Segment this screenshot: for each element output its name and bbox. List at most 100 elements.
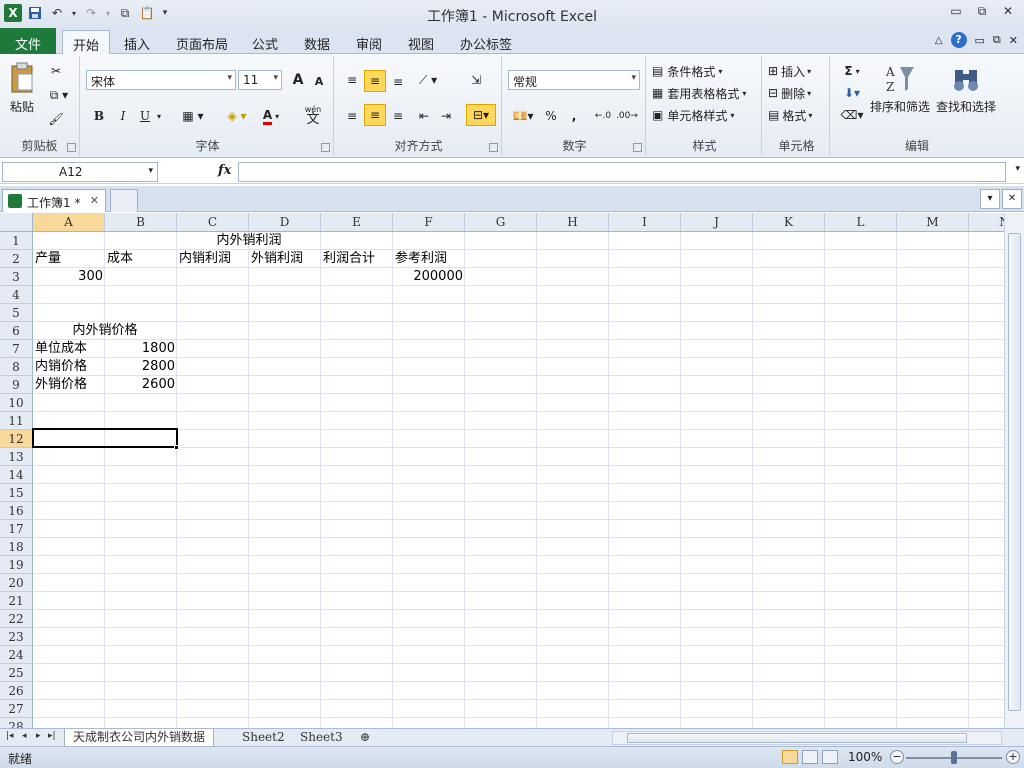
workbook-tab[interactable]: 工作簿1 * ✕ xyxy=(2,189,106,212)
clipboard-launcher-icon[interactable] xyxy=(67,143,76,152)
align-middle-icon[interactable]: ≡ xyxy=(364,70,386,92)
zoom-slider-knob[interactable] xyxy=(951,751,957,764)
next-sheet-icon[interactable]: ▸ xyxy=(36,731,41,741)
fill-handle[interactable] xyxy=(174,445,179,450)
ribbon-minimize-icon[interactable]: △ xyxy=(935,35,943,46)
name-box[interactable]: A12 ▾ xyxy=(2,162,158,182)
number-launcher-icon[interactable] xyxy=(633,143,642,152)
cell-a8[interactable]: 内销价格 xyxy=(33,358,105,376)
row-header[interactable]: 7 xyxy=(0,340,33,358)
row-header[interactable]: 16 xyxy=(0,502,33,520)
row-header[interactable]: 24 xyxy=(0,646,33,664)
tab-home[interactable]: 开始 xyxy=(62,30,111,55)
column-header[interactable]: N xyxy=(969,213,1004,232)
cell-d2[interactable]: 外销利润 xyxy=(249,250,321,268)
column-header[interactable]: I xyxy=(609,213,681,232)
cell-b9[interactable]: 2600 xyxy=(105,376,177,394)
vertical-scrollbar[interactable] xyxy=(1004,213,1024,728)
cell-f2[interactable]: 参考利润 xyxy=(393,250,465,268)
font-launcher-icon[interactable] xyxy=(321,143,330,152)
row-header[interactable]: 9 xyxy=(0,376,33,394)
bold-button[interactable]: B xyxy=(90,106,108,126)
alignment-launcher-icon[interactable] xyxy=(489,143,498,152)
row-header[interactable]: 8 xyxy=(0,358,33,376)
column-header[interactable]: G xyxy=(465,213,537,232)
decrease-indent-icon[interactable]: ⇤ xyxy=(414,106,434,126)
cell-a3[interactable]: 300 xyxy=(33,268,105,286)
wb-minimize-icon[interactable]: ▭ xyxy=(975,34,985,47)
insert-cells-button[interactable]: ⊞ 插入 ▾ xyxy=(768,62,828,80)
sheet-tab-3[interactable]: Sheet3 xyxy=(292,729,351,747)
shrink-font-button[interactable]: A xyxy=(310,72,328,90)
wb-restore-icon[interactable]: ⧉ xyxy=(993,33,1001,47)
font-color-button[interactable]: A ▾ xyxy=(256,106,286,126)
orientation-icon[interactable]: ⟋ ▾ xyxy=(416,70,440,90)
row-header[interactable]: 22 xyxy=(0,610,33,628)
row-header[interactable]: 1 xyxy=(0,232,33,250)
help-icon[interactable]: ? xyxy=(950,32,967,48)
decrease-decimal-icon[interactable]: .00→ xyxy=(616,106,638,126)
column-header[interactable]: E xyxy=(321,213,393,232)
row-header[interactable]: 10 xyxy=(0,394,33,412)
cell-b8[interactable]: 2800 xyxy=(105,358,177,376)
percent-button[interactable]: % xyxy=(542,106,560,126)
row-header[interactable]: 12 xyxy=(0,430,33,448)
close-icon[interactable]: ✕ xyxy=(1000,4,1016,20)
close-icon[interactable]: ✕ xyxy=(1002,189,1022,209)
cell-c2[interactable]: 内销利润 xyxy=(177,250,249,268)
tab-data[interactable]: 数据 xyxy=(294,30,340,54)
column-header[interactable]: H xyxy=(537,213,609,232)
underline-button[interactable]: U xyxy=(136,106,154,126)
merge-center-icon[interactable]: ⊟▾ xyxy=(466,104,496,126)
phonetic-guide-button[interactable]: wén 文 xyxy=(296,102,330,128)
select-all-corner[interactable] xyxy=(0,213,33,232)
number-format-select[interactable]: 常规 ▾ xyxy=(508,70,640,90)
format-cells-button[interactable]: ▤ 格式 ▾ xyxy=(768,106,828,124)
tab-file[interactable]: 文件 xyxy=(0,28,56,54)
zoom-in-icon[interactable]: + xyxy=(1006,750,1020,764)
increase-indent-icon[interactable]: ⇥ xyxy=(436,106,456,126)
formula-input[interactable] xyxy=(238,162,1006,182)
italic-button[interactable]: I xyxy=(114,106,132,126)
row-header[interactable]: 5 xyxy=(0,304,33,322)
expand-formula-icon[interactable]: ▾ xyxy=(1015,164,1020,174)
insert-function-icon[interactable]: fx xyxy=(218,163,231,178)
align-bottom-icon[interactable]: ≡ xyxy=(388,72,408,92)
conditional-formatting-button[interactable]: ▤ 条件格式 ▾ xyxy=(652,62,758,80)
sheet-tab-1[interactable]: 天成制衣公司内外销数据 xyxy=(64,729,215,747)
column-header[interactable]: F xyxy=(393,213,465,232)
tab-office-tab[interactable]: 办公标签 xyxy=(450,30,522,54)
format-painter-icon[interactable]: 🖌 xyxy=(42,110,70,128)
zoom-out-icon[interactable]: − xyxy=(890,750,904,764)
row-header[interactable]: 26 xyxy=(0,682,33,700)
tab-review[interactable]: 审阅 xyxy=(346,30,392,54)
cell-b2[interactable]: 成本 xyxy=(105,250,177,268)
column-header[interactable]: J xyxy=(681,213,753,232)
tab-page-layout[interactable]: 页面布局 xyxy=(166,30,238,54)
row-header[interactable]: 19 xyxy=(0,556,33,574)
delete-cells-button[interactable]: ⊟ 删除 ▾ xyxy=(768,84,828,102)
tab-formulas[interactable]: 公式 xyxy=(242,30,288,54)
format-as-table-button[interactable]: ▦ 套用表格格式 ▾ xyxy=(652,84,760,102)
clear-icon[interactable]: ⌫▾ xyxy=(838,106,866,124)
cell-f3[interactable]: 200000 xyxy=(393,268,465,286)
last-sheet-icon[interactable]: ▸| xyxy=(48,731,56,741)
align-right-icon[interactable]: ≡ xyxy=(388,106,408,126)
sort-filter-icon[interactable]: AZ xyxy=(882,62,918,96)
page-break-view-icon[interactable] xyxy=(822,750,838,764)
row-header[interactable]: 11 xyxy=(0,412,33,430)
row-header[interactable]: 3 xyxy=(0,268,33,286)
vertical-scroll-thumb[interactable] xyxy=(1008,233,1021,711)
borders-icon[interactable]: ▦ ▾ xyxy=(178,106,208,126)
column-header[interactable]: C xyxy=(177,213,249,232)
row-header[interactable]: 15 xyxy=(0,484,33,502)
sort-filter-button[interactable]: 排序和筛选 xyxy=(870,98,930,115)
accounting-format-icon[interactable]: 💴▾ xyxy=(508,106,538,126)
underline-dropdown-icon[interactable]: ▾ xyxy=(154,106,164,126)
increase-decimal-icon[interactable]: ←.0 xyxy=(592,106,614,126)
column-header[interactable]: A xyxy=(33,213,105,232)
cell-b7[interactable]: 1800 xyxy=(105,340,177,358)
row-header[interactable]: 21 xyxy=(0,592,33,610)
row-header[interactable]: 2 xyxy=(0,250,33,268)
align-left-icon[interactable]: ≡ xyxy=(342,106,362,126)
